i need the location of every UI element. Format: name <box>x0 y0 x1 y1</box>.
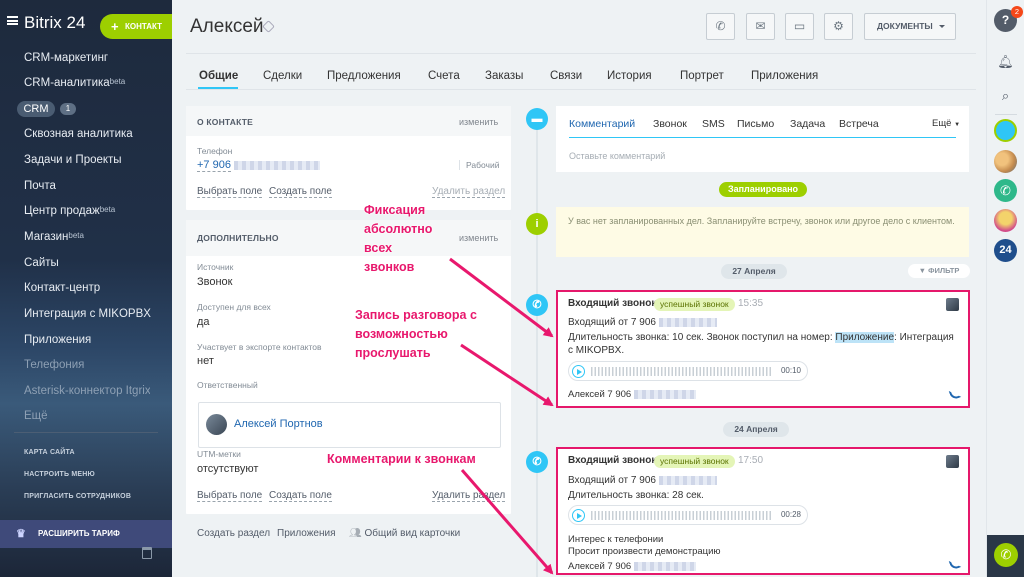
annotation-line: абсолютно <box>364 222 433 236</box>
phone-icon[interactable]: ✆ <box>994 179 1017 202</box>
annotation-line: Запись разговора с <box>355 308 477 322</box>
notification-count-badge: 2 <box>1011 6 1023 18</box>
search-icon[interactable]: ⌕ <box>994 84 1017 107</box>
annotation-arrow <box>460 469 554 575</box>
phone-call-panel[interactable]: ✆ <box>987 535 1024 577</box>
annotation-line: звонков <box>364 260 415 274</box>
annotation-comments: Комментарии к звонкам <box>327 452 476 466</box>
contact-center-icon[interactable] <box>994 119 1017 142</box>
annotation-calls: Фиксация абсолютно всех звонков <box>364 201 432 277</box>
annotation-recording: Запись разговора с возможностью прослуша… <box>355 306 477 363</box>
annotation-line: Фиксация <box>364 203 426 217</box>
annotation-line: прослушать <box>355 346 431 360</box>
annotation-line: возможностью <box>355 327 448 341</box>
phone-icon[interactable]: ✆ <box>994 543 1018 567</box>
rightbar-divider <box>995 114 1017 115</box>
user-avatar[interactable] <box>994 209 1017 232</box>
annotation-line: всех <box>364 241 393 255</box>
bitrix24-icon[interactable]: 24 <box>994 239 1017 262</box>
right-toolbar: ? 2 🔔︎ ⌕ ✆ 24 ✆ <box>986 0 1024 577</box>
group-chat-avatar[interactable] <box>994 150 1017 173</box>
bell-icon[interactable]: 🔔︎ <box>994 50 1017 73</box>
annotation-arrows <box>449 257 554 575</box>
